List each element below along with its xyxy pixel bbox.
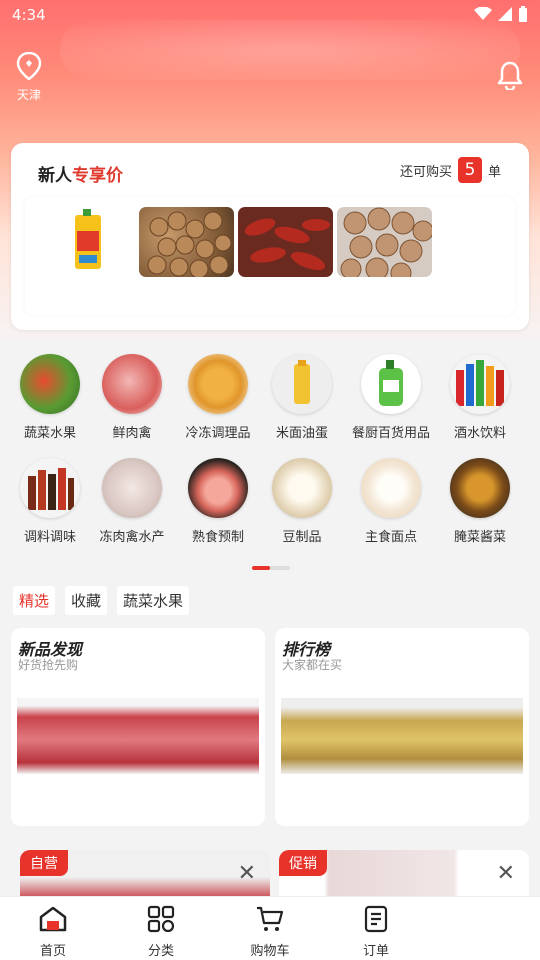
category-frozen-prepared[interactable]: 冷冻调理品 xyxy=(172,354,264,441)
signal-icon xyxy=(498,7,512,21)
wifi-icon xyxy=(474,7,492,20)
tab-favorites[interactable]: 收藏 xyxy=(65,586,108,615)
home-icon xyxy=(39,906,67,932)
nav-label: 首页 xyxy=(39,944,66,959)
status-time: 4:34 xyxy=(12,6,46,24)
category-tofu[interactable]: 豆制品 xyxy=(256,458,348,545)
red-chili-image xyxy=(244,218,330,271)
cart-icon xyxy=(257,906,284,931)
location-label: 天津 xyxy=(16,88,41,102)
new-user-title-prefix: 新人 xyxy=(38,166,72,186)
remaining-purchases: 还可购买 5 单 xyxy=(400,157,501,183)
category-vegetables-fruits[interactable]: 蔬菜水果 xyxy=(4,354,96,441)
nav-cart[interactable]: 购物车 xyxy=(230,905,310,959)
drinks-icon xyxy=(450,354,510,414)
category-label: 米面油蛋 xyxy=(275,426,328,441)
oil-jug-image xyxy=(75,209,101,269)
new-user-title: 新人专享价 xyxy=(38,161,123,186)
tofu-icon xyxy=(272,458,332,518)
self-operated-badge: 自营 xyxy=(20,850,68,876)
category-label: 蔬菜水果 xyxy=(23,426,76,441)
tab-selected[interactable]: 精选 xyxy=(13,586,56,615)
nav-category[interactable]: 分类 xyxy=(121,905,201,959)
category-label: 鲜肉禽 xyxy=(112,426,152,441)
category-fresh-meat[interactable]: 鲜肉禽 xyxy=(86,354,178,441)
promotion-badge: 促销 xyxy=(279,850,327,876)
frozen-poultry-seafood-icon xyxy=(102,458,162,518)
walnut-image xyxy=(340,207,432,277)
category-grid: 蔬菜水果 鲜肉禽 冷冻调理品 米面油蛋 餐厨百货用品 酒水饮料 调料调味 冻肉禽… xyxy=(0,342,540,582)
rice-flour-oil-eggs-icon xyxy=(272,354,332,414)
feed-tabs: 精选 收藏 蔬菜水果 xyxy=(13,586,190,615)
category-label: 豆制品 xyxy=(282,530,322,545)
product-walnut[interactable] xyxy=(337,207,432,277)
staple-pastry-icon xyxy=(361,458,421,518)
tab-vegetables-fruits[interactable]: 蔬菜水果 xyxy=(117,586,190,615)
dried-fruit-image xyxy=(147,211,232,277)
category-label: 冷冻调理品 xyxy=(185,426,251,441)
kitchen-supplies-icon xyxy=(361,354,421,414)
remaining-suffix: 单 xyxy=(487,164,501,180)
category-label: 腌菜酱菜 xyxy=(453,530,506,545)
ranking-image xyxy=(281,698,523,774)
category-label: 餐厨百货用品 xyxy=(351,426,430,441)
frozen-prepared-icon xyxy=(188,354,248,414)
pickles-icon xyxy=(450,458,510,518)
category-staple-pastry[interactable]: 主食面点 xyxy=(345,458,437,545)
category-label: 冻肉禽水产 xyxy=(99,530,165,545)
new-products-subtitle: 好货抢先购 xyxy=(18,658,79,672)
location-pin-icon xyxy=(16,51,42,81)
ranking-card[interactable]: 排行榜 大家都在买 xyxy=(275,628,529,826)
status-bar: 4:34 xyxy=(0,0,540,32)
status-icons xyxy=(474,6,528,22)
location-selector[interactable]: 天津 xyxy=(12,51,46,103)
close-icon[interactable]: ✕ xyxy=(497,863,515,885)
new-products-image xyxy=(17,698,259,774)
nav-home[interactable]: 首页 xyxy=(13,905,93,959)
category-kitchen-supplies[interactable]: 餐厨百货用品 xyxy=(345,354,437,441)
product-oil-jug[interactable] xyxy=(39,207,134,277)
remaining-prefix: 还可购买 xyxy=(399,164,452,180)
seasonings-icon xyxy=(20,458,80,518)
new-user-title-highlight: 专享价 xyxy=(72,166,123,186)
fresh-meat-icon xyxy=(102,354,162,414)
ranking-subtitle: 大家都在买 xyxy=(282,658,343,672)
category-frozen-poultry-seafood[interactable]: 冻肉禽水产 xyxy=(86,458,178,545)
category-page-indicator xyxy=(252,566,290,570)
notification-button[interactable] xyxy=(496,60,524,94)
order-icon xyxy=(364,905,388,933)
vegetables-fruits-icon xyxy=(20,354,80,414)
nav-label: 订单 xyxy=(362,944,389,959)
bell-icon xyxy=(497,61,523,92)
category-label: 熟食预制 xyxy=(191,530,244,545)
new-products-card[interactable]: 新品发现 好货抢先购 xyxy=(11,628,265,826)
cooked-prepared-icon xyxy=(188,458,248,518)
category-seasonings[interactable]: 调料调味 xyxy=(4,458,96,545)
grid-icon xyxy=(147,905,175,933)
remaining-count: 5 xyxy=(457,157,482,183)
category-label: 酒水饮料 xyxy=(453,426,506,441)
bottom-navigation: 首页 分类 购物车 订单 xyxy=(0,896,540,960)
category-label: 调料调味 xyxy=(23,530,76,545)
nav-label: 购物车 xyxy=(250,944,290,959)
new-user-product-strip xyxy=(25,197,515,315)
product-red-chili[interactable] xyxy=(238,207,333,277)
battery-icon xyxy=(519,6,527,22)
new-user-offer-card[interactable]: 新人专享价 还可购买 5 单 xyxy=(11,143,529,330)
close-icon[interactable]: ✕ xyxy=(238,863,256,885)
category-rice-flour-oil-eggs[interactable]: 米面油蛋 xyxy=(256,354,348,441)
category-label: 主食面点 xyxy=(364,530,417,545)
product-dried-fruit[interactable] xyxy=(139,207,234,277)
nav-orders[interactable]: 订单 xyxy=(336,905,416,959)
category-pickles[interactable]: 腌菜酱菜 xyxy=(434,458,526,545)
nav-label: 分类 xyxy=(147,944,174,959)
category-drinks[interactable]: 酒水饮料 xyxy=(434,354,526,441)
category-cooked-prepared[interactable]: 熟食预制 xyxy=(172,458,264,545)
